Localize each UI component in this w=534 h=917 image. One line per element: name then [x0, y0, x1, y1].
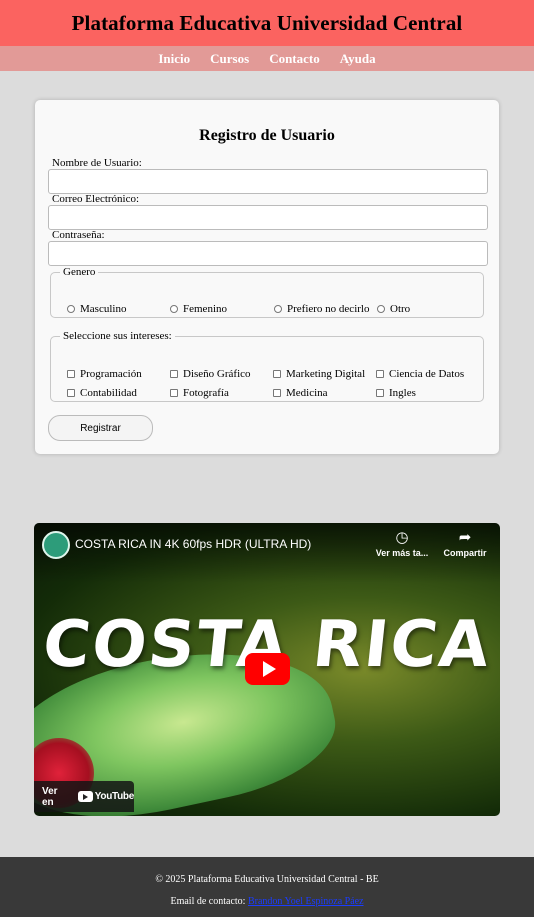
footer-contact: Email de contacto: Brandon Yoel Espinoza… [0, 896, 534, 907]
checkbox[interactable] [170, 370, 178, 378]
interest-option-fotografia[interactable]: Fotografía [170, 387, 229, 399]
password-input[interactable] [48, 241, 488, 266]
video-embed[interactable]: COSTA RICA IN 4K 60fps HDR (ULTRA HD) ◷ … [34, 523, 500, 816]
nav-link-inicio[interactable]: Inicio [158, 51, 190, 67]
gender-fieldset: Genero Masculino Femenino Prefiero no de… [50, 266, 484, 318]
footer-contact-link[interactable]: Brandon Yoel Espinoza Páez [248, 896, 364, 907]
interest-option-programacion[interactable]: Programación [67, 368, 142, 380]
interest-option-contabilidad[interactable]: Contabilidad [67, 387, 137, 399]
interest-option-diseno-grafico[interactable]: Diseño Gráfico [170, 368, 251, 380]
radio-button[interactable] [377, 305, 385, 313]
checkbox[interactable] [376, 389, 384, 397]
checkbox[interactable] [273, 389, 281, 397]
gender-option-femenino[interactable]: Femenino [170, 303, 227, 315]
footer-copyright: © 2025 Plataforma Educativa Universidad … [155, 874, 379, 885]
username-input[interactable] [48, 169, 488, 194]
gender-option-masculino[interactable]: Masculino [67, 303, 126, 315]
watch-on-youtube-button[interactable]: Ver en YouTube [34, 781, 134, 812]
form-title: Registro de Usuario [199, 127, 335, 144]
interest-option-medicina[interactable]: Medicina [273, 387, 328, 399]
email-label: Correo Electrónico: [52, 193, 140, 205]
password-label: Contraseña: [52, 229, 105, 241]
play-button[interactable] [245, 653, 290, 685]
radio-button[interactable] [274, 305, 282, 313]
site-footer: © 2025 Plataforma Educativa Universidad … [0, 857, 534, 917]
interest-option-ciencia-de-datos[interactable]: Ciencia de Datos [376, 368, 464, 380]
interests-fieldset: Seleccione sus intereses: Programación D… [50, 330, 484, 402]
video-title[interactable]: COSTA RICA IN 4K 60fps HDR (ULTRA HD) [75, 537, 311, 551]
channel-avatar[interactable] [42, 531, 70, 559]
register-button[interactable]: Registrar [48, 415, 153, 441]
site-title: Plataforma Educativa Universidad Central [71, 10, 463, 35]
youtube-icon [77, 791, 93, 802]
nav-link-contacto[interactable]: Contacto [269, 51, 320, 67]
username-label: Nombre de Usuario: [52, 157, 142, 169]
site-header: Plataforma Educativa Universidad Central [0, 0, 534, 46]
main-nav: Inicio Cursos Contacto Ayuda [0, 46, 534, 71]
checkbox[interactable] [67, 389, 75, 397]
gender-option-prefiero-no-decirlo[interactable]: Prefiero no decirlo [274, 303, 369, 315]
footer-contact-label: Email de contacto: [170, 896, 246, 907]
gender-legend: Genero [63, 266, 96, 278]
interest-option-ingles[interactable]: Ingles [376, 387, 416, 399]
checkbox[interactable] [273, 370, 281, 378]
checkbox[interactable] [170, 389, 178, 397]
share-button[interactable]: ➦ Compartir [435, 528, 495, 558]
checkbox[interactable] [376, 370, 384, 378]
clock-icon: ◷ [395, 529, 409, 546]
interest-option-marketing-digital[interactable]: Marketing Digital [273, 368, 365, 380]
gender-option-otro[interactable]: Otro [377, 303, 410, 315]
interests-legend: Seleccione sus intereses: [63, 330, 172, 342]
watch-later-button[interactable]: ◷ Ver más ta... [372, 528, 432, 558]
youtube-logo: YouTube [77, 791, 134, 802]
email-input[interactable] [48, 205, 488, 230]
nav-link-cursos[interactable]: Cursos [210, 51, 249, 67]
checkbox[interactable] [67, 370, 75, 378]
share-icon: ➦ [458, 529, 472, 546]
radio-button[interactable] [170, 305, 178, 313]
radio-button[interactable] [67, 305, 75, 313]
registration-form: Registro de Usuario Nombre de Usuario: C… [35, 100, 499, 454]
nav-link-ayuda[interactable]: Ayuda [340, 51, 376, 67]
